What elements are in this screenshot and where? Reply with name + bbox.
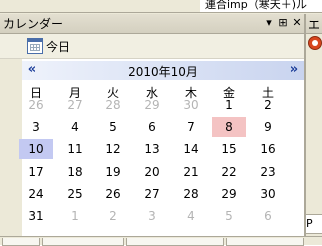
- day-cell[interactable]: 20: [135, 162, 169, 182]
- day-cell[interactable]: 9: [251, 117, 285, 137]
- day-cell[interactable]: 21: [174, 162, 208, 182]
- day-cell[interactable]: 3: [135, 206, 169, 226]
- pin-icon[interactable]: ⊞: [276, 15, 290, 31]
- day-cell[interactable]: 3: [19, 117, 53, 137]
- day-cell[interactable]: 26: [96, 184, 130, 204]
- day-cell[interactable]: 5: [96, 117, 130, 137]
- next-month-button[interactable]: »: [285, 61, 303, 80]
- day-cell[interactable]: 11: [58, 139, 92, 159]
- day-cell[interactable]: 28: [174, 184, 208, 204]
- bottom-tab[interactable]: [42, 238, 124, 246]
- day-cell[interactable]: 26: [19, 95, 53, 115]
- day-cell[interactable]: 29: [212, 184, 246, 204]
- day-cell[interactable]: 30: [251, 184, 285, 204]
- top-strip-text: 連合imp（寒天＋)ル: [205, 0, 308, 11]
- stop-icon[interactable]: [308, 36, 322, 50]
- day-cell[interactable]: 27: [58, 95, 92, 115]
- day-cell[interactable]: 28: [96, 95, 130, 115]
- right-panel-title: エ: [308, 18, 321, 32]
- day-cell[interactable]: 27: [135, 184, 169, 204]
- day-cell[interactable]: 17: [19, 162, 53, 182]
- bottom-tab[interactable]: [226, 238, 304, 246]
- close-icon[interactable]: ✕: [290, 15, 304, 31]
- day-cell[interactable]: 4: [58, 117, 92, 137]
- right-bottom-tab[interactable]: P: [305, 214, 322, 234]
- right-panel-titlebar: エ: [306, 14, 322, 34]
- right-side-panel: エ: [305, 14, 322, 244]
- top-strip-background: [0, 0, 200, 12]
- day-cell-selected[interactable]: 8: [212, 117, 246, 137]
- day-cell[interactable]: 13: [135, 139, 169, 159]
- today-button[interactable]: 今日: [23, 36, 74, 56]
- calendar-icon: [27, 38, 43, 54]
- day-cell[interactable]: 1: [212, 95, 246, 115]
- app-window: 連合imp（寒天＋)ル カレンダー ▾ ⊞ ✕ 今日 « 2010年10月 » …: [0, 0, 322, 246]
- day-cell[interactable]: 2: [96, 206, 130, 226]
- day-cell-today[interactable]: 10: [19, 139, 53, 159]
- calendar-panel-titlebar: カレンダー ▾ ⊞ ✕: [0, 14, 304, 34]
- day-cell[interactable]: 24: [19, 184, 53, 204]
- day-cell[interactable]: 6: [135, 117, 169, 137]
- today-button-label: 今日: [46, 39, 71, 54]
- day-cell[interactable]: 6: [251, 206, 285, 226]
- day-cell[interactable]: 7: [174, 117, 208, 137]
- bottom-tab[interactable]: [126, 238, 224, 246]
- day-cell[interactable]: 16: [251, 139, 285, 159]
- calendar-toolbar: 今日: [0, 34, 304, 59]
- day-cell[interactable]: 4: [174, 206, 208, 226]
- day-cell[interactable]: 5: [212, 206, 246, 226]
- day-cell[interactable]: 31: [19, 206, 53, 226]
- bottom-tab[interactable]: [2, 238, 40, 246]
- day-cell[interactable]: 18: [58, 162, 92, 182]
- month-header: « 2010年10月 »: [22, 61, 304, 80]
- top-document-strip: 連合imp（寒天＋)ル: [0, 0, 322, 13]
- day-cell[interactable]: 22: [212, 162, 246, 182]
- day-cell[interactable]: 25: [58, 184, 92, 204]
- dropdown-icon[interactable]: ▾: [262, 15, 276, 31]
- day-cell[interactable]: 12: [96, 139, 130, 159]
- day-cell[interactable]: 1: [58, 206, 92, 226]
- day-cell[interactable]: 15: [212, 139, 246, 159]
- day-cell[interactable]: 30: [174, 95, 208, 115]
- calendar-panel-title: カレンダー: [3, 17, 64, 31]
- day-cell[interactable]: 19: [96, 162, 130, 182]
- day-cell[interactable]: 23: [251, 162, 285, 182]
- day-cell[interactable]: 29: [135, 95, 169, 115]
- day-cell[interactable]: 2: [251, 95, 285, 115]
- month-label: 2010年10月: [128, 65, 198, 79]
- day-cell[interactable]: 14: [174, 139, 208, 159]
